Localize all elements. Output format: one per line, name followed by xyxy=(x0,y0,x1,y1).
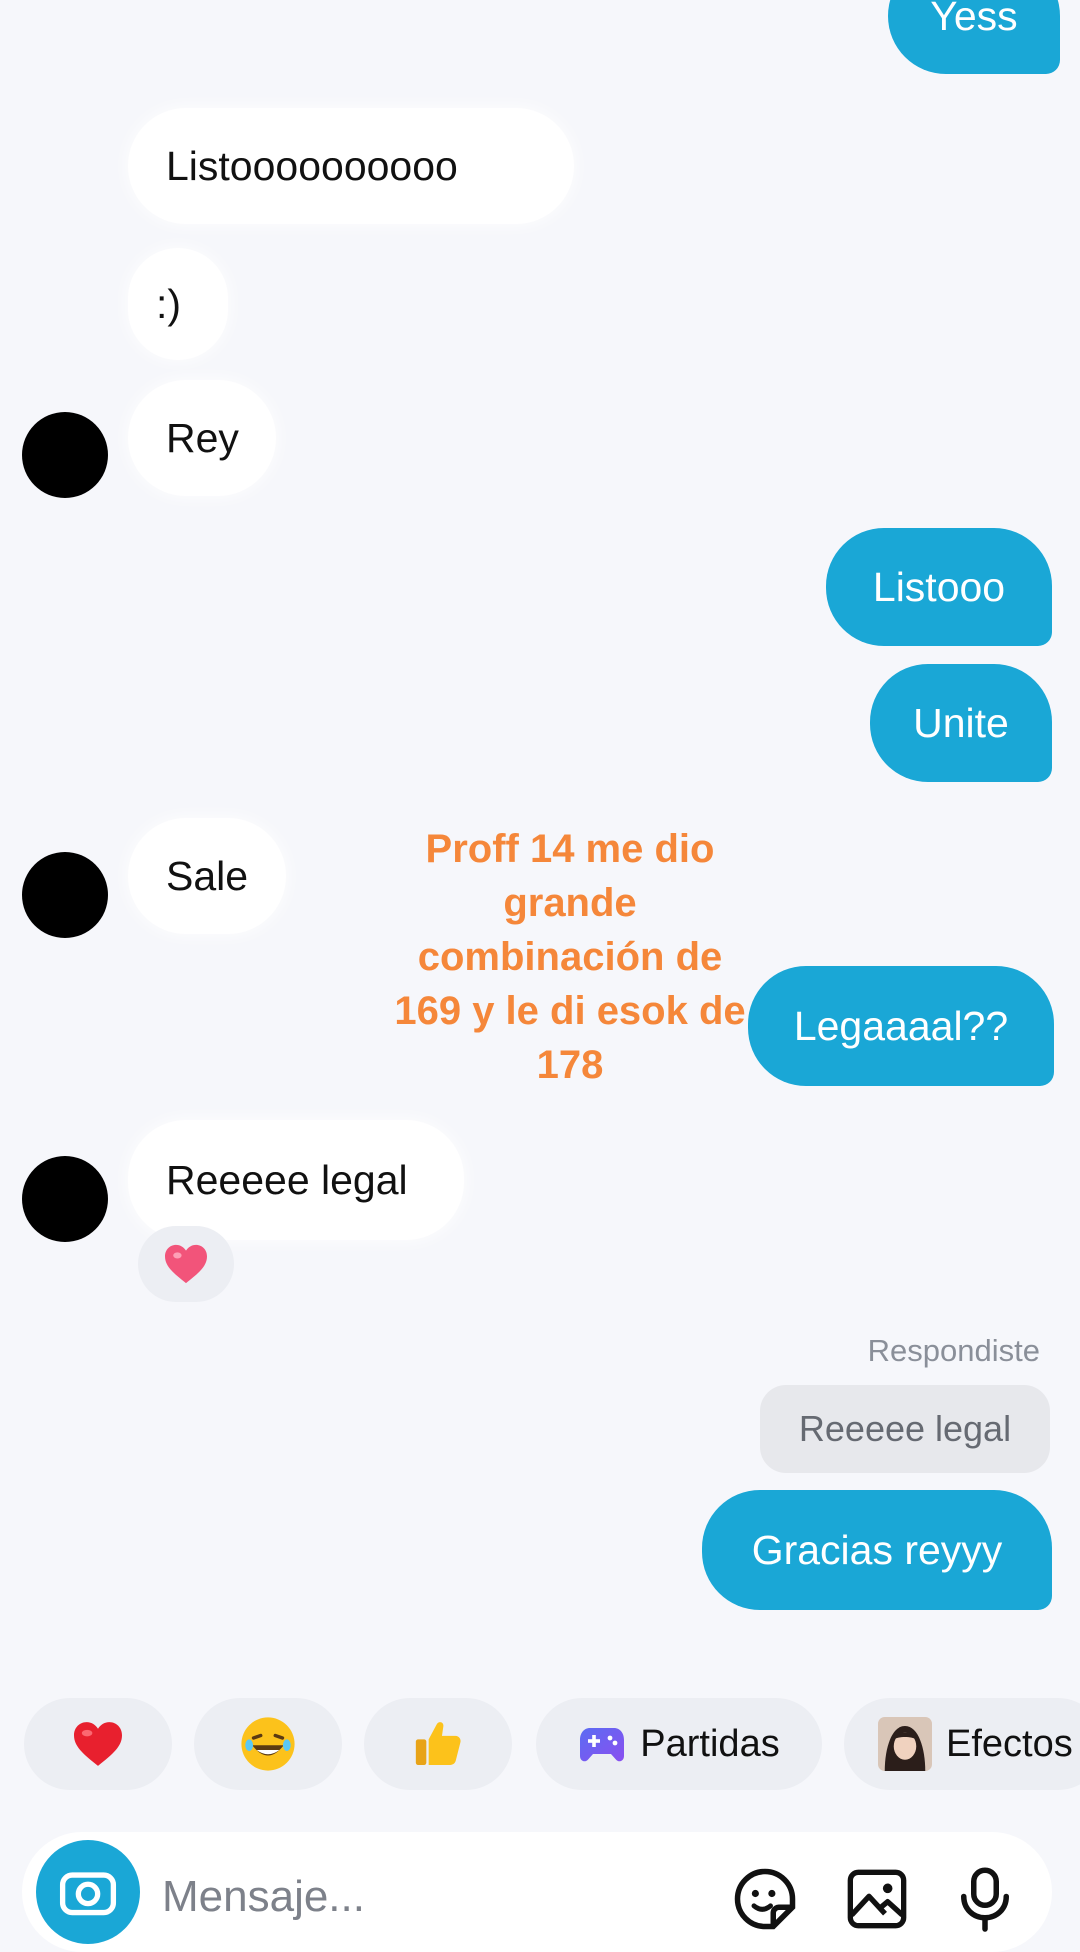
quick-thumbsup-button[interactable] xyxy=(364,1698,512,1790)
gallery-icon xyxy=(847,1869,907,1929)
message-incoming-reeeee-legal[interactable]: Reeeee legal xyxy=(128,1120,464,1240)
message-incoming-listo[interactable]: Listoooooooooo xyxy=(128,108,574,224)
message-outgoing-gracias[interactable]: Gracias reyyy xyxy=(702,1490,1052,1610)
chip-label: Efectos xyxy=(946,1722,1073,1765)
message-outgoing-legal[interactable]: Legaaaal?? xyxy=(748,966,1054,1086)
camera-button[interactable] xyxy=(36,1840,140,1944)
message-text: Rey xyxy=(166,414,239,461)
message-text: Legaaaal?? xyxy=(793,1002,1009,1049)
overlay-caption: Proff 14 me dio grande combinación de 16… xyxy=(394,827,746,1087)
camera-icon xyxy=(59,1872,117,1916)
chip-label: Partidas xyxy=(640,1722,780,1765)
message-text: Listoooooooooo xyxy=(166,142,458,189)
contact-avatar[interactable] xyxy=(22,412,108,498)
effects-avatar-icon xyxy=(878,1717,932,1771)
message-outgoing-listooo[interactable]: Listooo xyxy=(826,528,1052,646)
message-text: Listooo xyxy=(872,563,1006,610)
gallery-button[interactable] xyxy=(842,1864,912,1934)
quick-heart-button[interactable] xyxy=(24,1698,172,1790)
sticker-icon xyxy=(734,1868,796,1930)
message-text: Sale xyxy=(166,852,249,899)
message-composer: Mensaje... xyxy=(22,1832,1052,1952)
contact-avatar[interactable] xyxy=(22,1156,108,1242)
message-reaction-heart[interactable] xyxy=(138,1226,234,1302)
contact-avatar[interactable] xyxy=(22,852,108,938)
message-text: Reeeee legal xyxy=(166,1156,408,1203)
sticker-button[interactable] xyxy=(730,1864,800,1934)
message-text: Gracias reyyy xyxy=(751,1526,1003,1573)
quick-reply-bar: Partidas Efectos xyxy=(0,1698,1080,1790)
message-incoming-rey[interactable]: Rey xyxy=(128,380,276,496)
game-controller-icon xyxy=(580,1728,625,1762)
message-text: :) xyxy=(156,280,182,327)
message-incoming-smile[interactable]: :) xyxy=(128,248,228,360)
heart-emoji-icon xyxy=(74,1722,122,1766)
message-incoming-sale[interactable]: Sale xyxy=(128,818,286,934)
message-input[interactable]: Mensaje... xyxy=(162,1872,365,1922)
thumbs-up-emoji-icon xyxy=(415,1722,461,1765)
heart-icon xyxy=(165,1244,207,1284)
laughing-emoji-icon xyxy=(241,1717,295,1771)
replied-label: Respondiste xyxy=(867,1333,1040,1368)
message-outgoing-unite[interactable]: Unite xyxy=(870,664,1052,782)
quick-partidas-button[interactable]: Partidas xyxy=(536,1698,822,1790)
quick-laugh-button[interactable] xyxy=(194,1698,342,1790)
quick-efectos-button[interactable]: Efectos xyxy=(844,1698,1080,1790)
message-outgoing-yess[interactable]: Yess xyxy=(888,0,1060,74)
message-text: Yess xyxy=(930,0,1018,39)
replied-quote[interactable]: Reeeee legal xyxy=(760,1385,1050,1473)
microphone-button[interactable] xyxy=(950,1864,1020,1934)
message-text: Unite xyxy=(913,699,1009,746)
microphone-icon xyxy=(961,1867,1009,1932)
